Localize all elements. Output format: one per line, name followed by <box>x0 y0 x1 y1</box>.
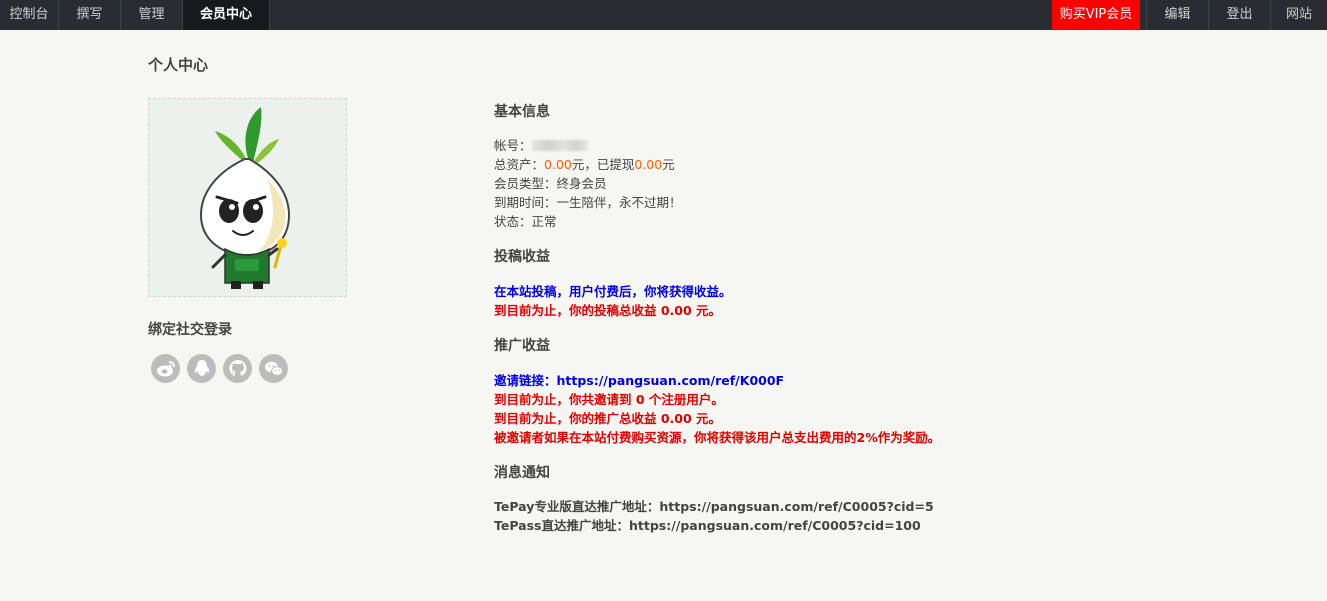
nav-edit[interactable]: 编辑 <box>1146 0 1208 30</box>
promotion-reward-rule: 被邀请者如果在本站付费购买资源，你将获得该用户总支出费用的2%作为奖励。 <box>494 430 941 445</box>
account-line: 帐号： <box>494 136 588 155</box>
contribution-total: 到目前为止，你的投稿总收益 0.00 元。 <box>494 303 722 318</box>
github-icon[interactable] <box>223 354 252 383</box>
assets-value: 0.00 <box>544 157 572 172</box>
nav-website[interactable]: 网站 <box>1270 0 1327 30</box>
social-login-icons <box>151 354 295 383</box>
nav-member-center[interactable]: 会员中心 <box>183 0 270 30</box>
withdrawn-value: 0.00 <box>634 157 663 172</box>
basic-info-title: 基本信息 <box>494 104 550 120</box>
top-navigation-bar: 控制台 撰写 管理 会员中心 购买VIP会员 编辑 登出 网站 <box>0 0 1327 30</box>
social-login-title: 绑定社交登录 <box>148 322 232 338</box>
status-line: 状态：正常 <box>494 214 557 229</box>
nav-manage[interactable]: 管理 <box>121 0 183 30</box>
buy-vip-button[interactable]: 购买VIP会员 <box>1052 0 1140 30</box>
member-type-line: 会员类型：终身会员 <box>494 176 607 191</box>
assets-label: 总资产： <box>494 157 545 172</box>
nav-dashboard[interactable]: 控制台 <box>0 0 59 30</box>
invite-link[interactable]: 邀请链接：https://pangsuan.com/ref/K000F <box>494 371 784 390</box>
notice-tepay-link[interactable]: TePay专业版直达推广地址：https://pangsuan.com/ref/… <box>494 497 934 516</box>
assets-unit: 元，已提现 <box>571 157 635 172</box>
contribution-title: 投稿收益 <box>494 249 550 265</box>
withdrawn-unit: 元 <box>662 157 675 172</box>
contribution-desc: 在本站投稿，用户付费后，你将获得收益。 <box>494 284 732 299</box>
onion-mascot-image <box>199 107 291 289</box>
promotion-total: 到目前为止，你的推广总收益 0.00 元。 <box>494 411 722 426</box>
assets-line: 总资产：0.00元，已提现0.00元 <box>494 155 675 174</box>
nav-left: 控制台 撰写 管理 会员中心 <box>0 0 270 30</box>
notice-tepass-link[interactable]: TePass直达推广地址：https://pangsuan.com/ref/C0… <box>494 516 921 535</box>
nav-write[interactable]: 撰写 <box>59 0 121 30</box>
account-label: 帐号： <box>494 138 532 153</box>
notice-title: 消息通知 <box>494 465 550 481</box>
avatar[interactable] <box>148 98 347 297</box>
qq-icon[interactable] <box>187 354 216 383</box>
wechat-icon[interactable] <box>259 354 288 383</box>
account-value-blurred <box>531 140 588 151</box>
invited-users: 到目前为止，你共邀请到 0 个注册用户。 <box>494 392 724 407</box>
weibo-icon[interactable] <box>151 354 180 383</box>
expire-line: 到期时间：一生陪伴，永不过期！ <box>494 195 682 210</box>
promotion-title: 推广收益 <box>494 338 550 354</box>
page-title: 个人中心 <box>148 56 209 74</box>
nav-logout[interactable]: 登出 <box>1208 0 1270 30</box>
nav-right: 购买VIP会员 编辑 登出 网站 <box>1052 0 1327 30</box>
